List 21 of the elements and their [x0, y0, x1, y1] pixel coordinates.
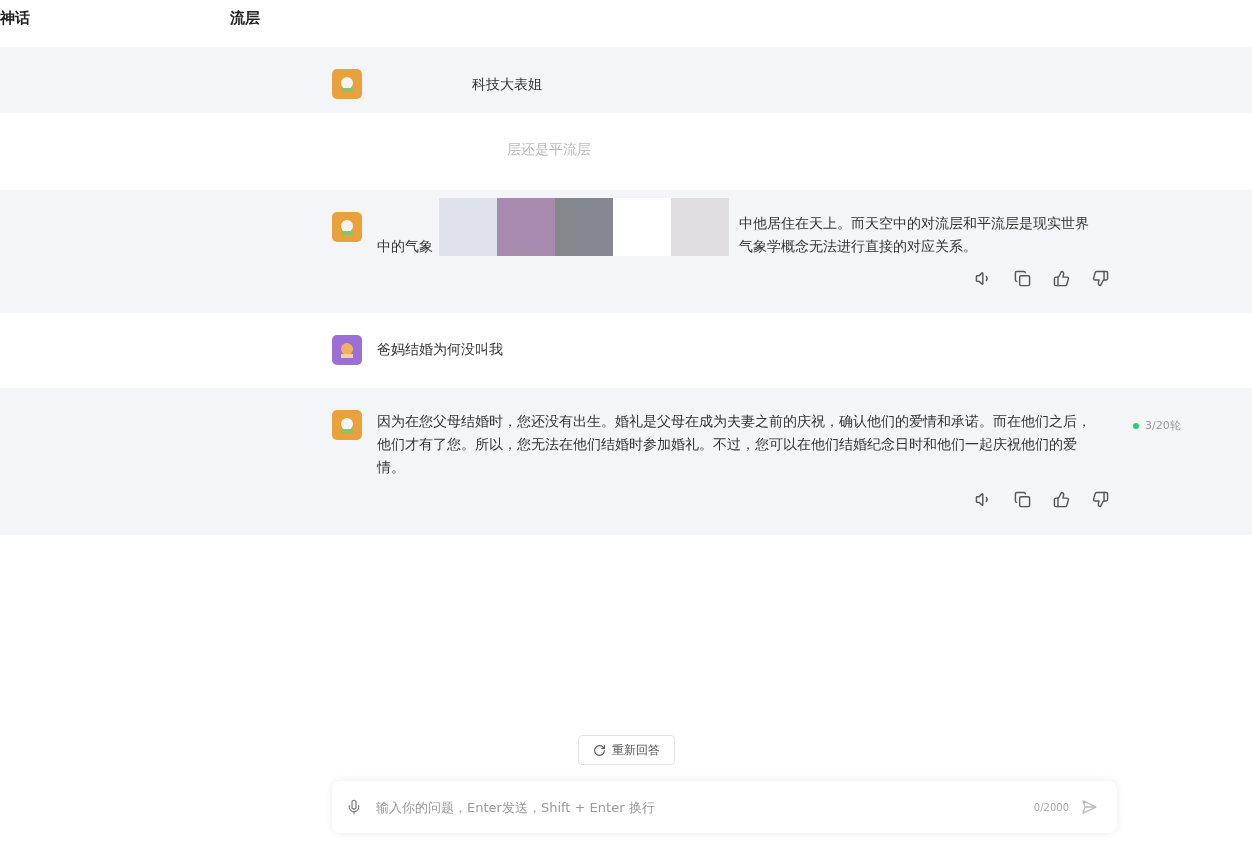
message-text: 中的气象: [377, 237, 434, 256]
message-text: 气象学概念无法进行直接的对应关系。: [739, 237, 978, 256]
message-text: 中他居住在天上。而天空中的对流层和平流层是现实世界: [739, 214, 1090, 233]
thumbs-up-icon[interactable]: [1053, 491, 1070, 508]
copy-icon[interactable]: [1014, 270, 1031, 287]
copy-icon[interactable]: [1014, 491, 1031, 508]
character-count: 0/2000: [1033, 801, 1069, 813]
thumbs-down-icon[interactable]: [1092, 270, 1109, 287]
thumbs-down-icon[interactable]: [1092, 491, 1109, 508]
regenerate-button[interactable]: 重新回答: [577, 735, 675, 765]
question-input[interactable]: 输入你的问题，Enter发送，Shift + Enter 换行: [374, 798, 1022, 816]
message-text: 因为在您父母结婚时，您还没有出生。婚礼是父母在成为夫妻之前的庆祝，确认他们的爱情和承诺。而在他们之后，他们才有了您。所以，您无法在他们结婚时参加婚礼。不过，您可以在他们结婚纪念日时和他们一起庆祝他们的爱情。: [377, 412, 1092, 477]
refresh-icon: [592, 743, 606, 757]
message-text: 科技大表姐: [472, 75, 543, 94]
thumbs-up-icon[interactable]: [1053, 270, 1070, 287]
chat-title: 神话: [0, 9, 30, 28]
round-counter: 3/20轮: [1133, 418, 1181, 433]
chat-title: 流层: [230, 9, 260, 28]
message-text: 爸妈结婚为何没叫我: [377, 340, 504, 359]
message-text: 层还是平流层: [507, 141, 592, 159]
microphone-icon[interactable]: [346, 799, 362, 815]
